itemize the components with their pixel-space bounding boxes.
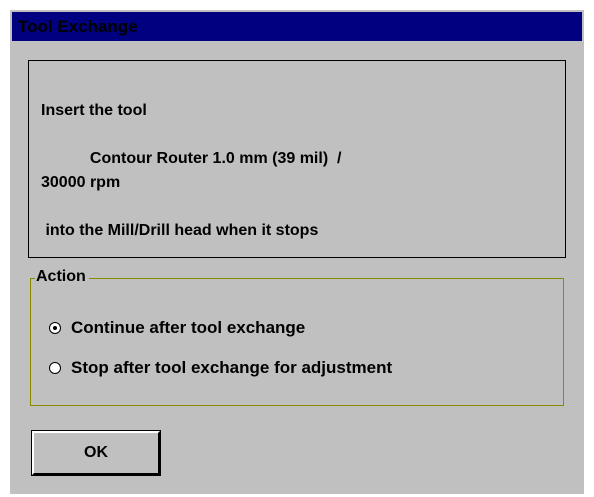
dialog-title: Tool Exchange <box>18 17 138 36</box>
message-line-instruction: into the Mill/Drill head when it stops <box>41 222 319 239</box>
message-panel: Insert the tool Contour Router 1.0 mm (3… <box>28 60 566 258</box>
tool-exchange-dialog: Tool Exchange Insert the tool Contour Ro… <box>10 10 584 494</box>
message-line-rpm: 30000 rpm <box>41 174 121 191</box>
action-group-label: Action <box>35 266 89 288</box>
message-line-tool-name: Contour Router 1.0 mm (39 mil) / <box>41 150 342 167</box>
radio-label-stop: Stop after tool exchange for adjustment <box>71 358 393 377</box>
radio-label-continue: Continue after tool exchange <box>71 318 306 337</box>
radio-unselected-icon[interactable] <box>49 362 61 374</box>
radio-stop-for-adjustment[interactable]: Stop after tool exchange for adjustment <box>49 357 392 379</box>
message-line-insert: Insert the tool <box>41 102 147 119</box>
radio-selected-icon[interactable] <box>49 322 61 334</box>
title-bar[interactable]: Tool Exchange <box>12 12 582 41</box>
action-groupbox: Action Continue after tool exchange Stop… <box>30 266 564 406</box>
ok-button[interactable]: OK <box>31 430 161 476</box>
radio-continue-after-exchange[interactable]: Continue after tool exchange <box>49 317 305 339</box>
